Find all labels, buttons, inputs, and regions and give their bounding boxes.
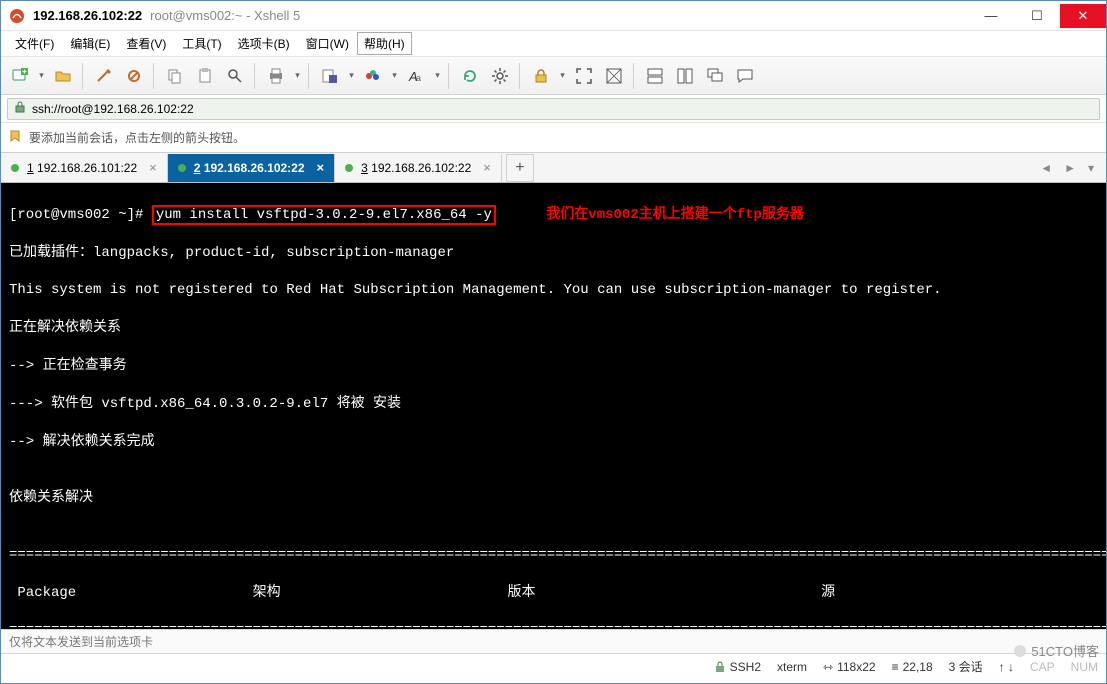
terminal-line: 依赖关系解决 bbox=[9, 489, 1098, 508]
prompt: [root@vms002 ~]# bbox=[9, 207, 152, 223]
chat-button[interactable] bbox=[732, 63, 758, 89]
tab-number: 3 bbox=[361, 161, 368, 175]
app-icon bbox=[9, 8, 25, 24]
menu-tabs[interactable]: 选项卡(B) bbox=[230, 32, 298, 55]
tab-number: 2 bbox=[194, 161, 201, 175]
terminal-line: 正在解决依赖关系 bbox=[9, 319, 1098, 338]
lock-button[interactable] bbox=[528, 63, 554, 89]
annotation-text: 我们在vms002主机上搭建一个ftp服务器 bbox=[546, 207, 804, 223]
color-button[interactable] bbox=[360, 63, 386, 89]
tab-close-button[interactable]: × bbox=[483, 160, 491, 175]
terminal-line: --> 解决依赖关系完成 bbox=[9, 433, 1098, 452]
status-cursor: ≡22,18 bbox=[892, 660, 933, 674]
dropdown-icon[interactable]: ▾ bbox=[37, 64, 46, 88]
send-hint: 仅将文本发送到当前选项卡 bbox=[1, 629, 1106, 653]
status-bar: SSH2 xterm ⇿118x22 ≡22,18 3 会话 ↑ ↓ CAP N… bbox=[1, 653, 1106, 679]
font-button[interactable]: Aa bbox=[403, 63, 429, 89]
menu-file[interactable]: 文件(F) bbox=[7, 32, 62, 55]
tab-list-button[interactable]: ▾ bbox=[1084, 159, 1098, 177]
terminal-output[interactable]: [root@vms002 ~]# yum install vsftpd-3.0.… bbox=[1, 183, 1106, 629]
status-sessions: 3 会话 bbox=[949, 658, 983, 675]
status-conn: SSH2 bbox=[714, 660, 761, 674]
dropdown-icon[interactable]: ▾ bbox=[433, 64, 442, 88]
status-updown: ↑ ↓ bbox=[999, 660, 1014, 674]
address-text: ssh://root@192.168.26.102:22 bbox=[32, 102, 194, 116]
tab-scroll-right[interactable]: ► bbox=[1060, 159, 1080, 177]
svg-text:a: a bbox=[416, 73, 421, 83]
session-tab-1[interactable]: 1 192.168.26.101:22 × bbox=[1, 154, 168, 182]
paste-button[interactable] bbox=[192, 63, 218, 89]
connect-button[interactable] bbox=[91, 63, 117, 89]
window-title-host: 192.168.26.102:22 bbox=[33, 8, 142, 23]
terminal-line: --> 正在检查事务 bbox=[9, 357, 1098, 376]
dropdown-icon[interactable]: ▾ bbox=[558, 64, 567, 88]
refresh-button[interactable] bbox=[457, 63, 483, 89]
settings-button[interactable] bbox=[487, 63, 513, 89]
menu-view[interactable]: 查看(V) bbox=[118, 32, 174, 55]
title-bar: 192.168.26.102:22 root@vms002:~ - Xshell… bbox=[1, 1, 1106, 31]
tab-scroll-left[interactable]: ◄ bbox=[1036, 159, 1056, 177]
tab-close-button[interactable]: × bbox=[317, 160, 325, 175]
minimize-button[interactable]: — bbox=[968, 4, 1014, 28]
toolbar: ▾ ▾ ▾ ▾ Aa ▾ ▾ bbox=[1, 57, 1106, 95]
transparent-button[interactable] bbox=[601, 63, 627, 89]
tab-close-button[interactable]: × bbox=[149, 160, 157, 175]
tab-label: 192.168.26.102:22 bbox=[371, 161, 471, 175]
cascade-button[interactable] bbox=[702, 63, 728, 89]
tile-h-button[interactable] bbox=[642, 63, 668, 89]
status-size: ⇿118x22 bbox=[823, 660, 876, 674]
session-tab-2[interactable]: 2 192.168.26.102:22 × bbox=[168, 154, 335, 182]
disconnect-button[interactable] bbox=[121, 63, 147, 89]
terminal-line: ---> 软件包 vsftpd.x86_64.0.3.0.2-9.el7 将被 … bbox=[9, 395, 1098, 414]
status-dot-icon bbox=[11, 164, 19, 172]
menu-bar: 文件(F) 编辑(E) 查看(V) 工具(T) 选项卡(B) 窗口(W) 帮助(… bbox=[1, 31, 1106, 57]
dropdown-icon[interactable]: ▾ bbox=[390, 64, 399, 88]
new-session-button[interactable] bbox=[7, 63, 33, 89]
bookmark-arrow-icon[interactable] bbox=[9, 129, 23, 146]
tip-text: 要添加当前会话，点击左侧的箭头按钮。 bbox=[29, 129, 245, 146]
maximize-button[interactable]: ☐ bbox=[1014, 4, 1060, 28]
status-num: NUM bbox=[1071, 660, 1098, 674]
status-dot-icon bbox=[345, 164, 353, 172]
window-title-app: root@vms002:~ - Xshell 5 bbox=[150, 8, 300, 23]
status-dot-icon bbox=[178, 164, 186, 172]
tab-label: 192.168.26.101:22 bbox=[37, 161, 137, 175]
properties-button[interactable] bbox=[317, 63, 343, 89]
find-button[interactable] bbox=[222, 63, 248, 89]
menu-window[interactable]: 窗口(W) bbox=[298, 32, 357, 55]
menu-tools[interactable]: 工具(T) bbox=[174, 32, 229, 55]
tip-bar: 要添加当前会话，点击左侧的箭头按钮。 bbox=[1, 123, 1106, 153]
tab-label: 192.168.26.102:22 bbox=[204, 161, 305, 175]
session-tab-3[interactable]: 3 192.168.26.102:22 × bbox=[335, 154, 502, 182]
close-button[interactable]: ✕ bbox=[1060, 4, 1106, 28]
menu-edit[interactable]: 编辑(E) bbox=[62, 32, 118, 55]
terminal-line: ========================================… bbox=[9, 546, 1098, 565]
copy-button[interactable] bbox=[162, 63, 188, 89]
session-tabs: 1 192.168.26.101:22 × 2 192.168.26.102:2… bbox=[1, 153, 1106, 183]
command-highlight: yum install vsftpd-3.0.2-9.el7.x86_64 -y bbox=[152, 205, 496, 225]
add-tab-button[interactable]: + bbox=[506, 154, 534, 182]
address-input[interactable]: ssh://root@192.168.26.102:22 bbox=[7, 98, 1100, 120]
dropdown-icon[interactable]: ▾ bbox=[347, 64, 356, 88]
open-session-button[interactable] bbox=[50, 63, 76, 89]
status-term: xterm bbox=[777, 660, 807, 674]
terminal-line: This system is not registered to Red Hat… bbox=[9, 281, 1098, 300]
send-hint-text: 仅将文本发送到当前选项卡 bbox=[9, 633, 153, 650]
fullscreen-button[interactable] bbox=[571, 63, 597, 89]
menu-help[interactable]: 帮助(H) bbox=[357, 32, 412, 55]
terminal-line: Package 架构 版本 源 大小 bbox=[9, 584, 1098, 603]
status-cap: CAP bbox=[1030, 660, 1055, 674]
terminal-line: 已加载插件：langpacks, product-id, subscriptio… bbox=[9, 244, 1098, 263]
tab-number: 1 bbox=[27, 161, 34, 175]
terminal-line: ========================================… bbox=[9, 621, 1098, 629]
address-bar: ssh://root@192.168.26.102:22 bbox=[1, 95, 1106, 123]
print-button[interactable] bbox=[263, 63, 289, 89]
dropdown-icon[interactable]: ▾ bbox=[293, 64, 302, 88]
tile-v-button[interactable] bbox=[672, 63, 698, 89]
lock-icon bbox=[14, 101, 26, 116]
